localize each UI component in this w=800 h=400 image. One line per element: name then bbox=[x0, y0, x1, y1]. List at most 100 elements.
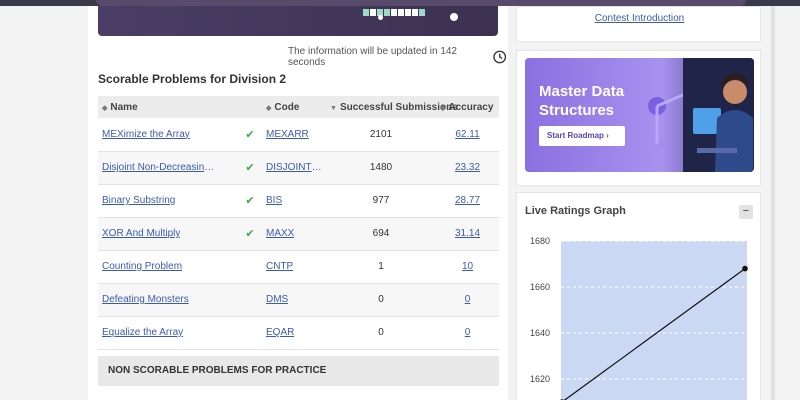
y-tick-label: 1680 bbox=[530, 236, 550, 246]
start-roadmap-button[interactable]: Start Roadmap › bbox=[539, 126, 625, 146]
solved-cell: ✔ bbox=[238, 217, 262, 251]
banner-dot bbox=[450, 13, 458, 21]
ratings-graph: 1680 1660 1640 1620 bbox=[530, 236, 748, 400]
y-tick-label: 1660 bbox=[530, 282, 550, 292]
accuracy-cell: 28.77 bbox=[436, 184, 499, 218]
header-spacer bbox=[238, 96, 262, 118]
non-scorable-header[interactable]: NON SCORABLE PROBLEMS FOR PRACTICE bbox=[98, 356, 499, 386]
sidebar: Contest Introduction Master Data Structu… bbox=[516, 6, 761, 400]
table-row: Disjoint Non-Decreasing Subsequences ✔ DIS… bbox=[98, 151, 499, 185]
problem-code-link[interactable]: BIS bbox=[266, 195, 282, 206]
problem-code-link[interactable]: EQAR bbox=[266, 327, 294, 338]
problem-code-link[interactable]: DMS bbox=[266, 294, 288, 305]
check-icon: ✔ bbox=[245, 195, 255, 207]
submissions-cell: 694 bbox=[326, 217, 436, 251]
table-body: MEXimize the Array ✔ MEXARR 2101 62.11 Disjoi… bbox=[98, 118, 499, 350]
section-title: Scorable Problems for Division 2 bbox=[98, 72, 287, 86]
accuracy-cell: 62.11 bbox=[436, 118, 499, 152]
check-icon: ✔ bbox=[245, 128, 255, 141]
rating-point bbox=[742, 265, 748, 272]
check-icon: ✔ bbox=[245, 162, 255, 174]
solved-cell bbox=[238, 316, 262, 350]
solved-cell: ✔ bbox=[238, 151, 262, 185]
submissions-cell: 0 bbox=[326, 283, 436, 317]
table-row: XOR And Multiply ✔ MAXX 694 31.14 bbox=[98, 217, 499, 251]
accuracy-cell: 0 bbox=[436, 316, 499, 350]
accuracy-cell: 0 bbox=[436, 283, 499, 317]
problem-code-cell: BIS bbox=[262, 184, 326, 218]
problem-name-cell: XOR And Multiply bbox=[98, 217, 238, 251]
table-header: ◆ Name ◆ Code ▼ Successful Submissions ◆ Acc… bbox=[98, 96, 499, 118]
update-info: The information will be updated in 142 s… bbox=[288, 46, 506, 68]
accuracy-link[interactable]: 62.11 bbox=[455, 129, 479, 140]
contest-banner bbox=[98, 6, 498, 36]
table-row: MEXimize the Array ✔ MEXARR 2101 62.11 bbox=[98, 118, 499, 152]
promo-illustration bbox=[648, 58, 754, 172]
banner-dot bbox=[378, 15, 383, 20]
problem-name-link[interactable]: Defeating Monsters bbox=[102, 294, 189, 305]
scrollbar[interactable] bbox=[771, 6, 775, 400]
y-tick-label: 1640 bbox=[530, 328, 550, 338]
solved-cell bbox=[238, 250, 262, 284]
header-code[interactable]: ◆ Code bbox=[262, 96, 326, 118]
submissions-cell: 977 bbox=[326, 184, 436, 218]
problem-name-cell: Disjoint Non-Decreasing Subsequences bbox=[98, 151, 238, 185]
accuracy-link[interactable]: 0 bbox=[465, 327, 471, 338]
problem-code-cell: DMS bbox=[262, 283, 326, 317]
problem-code-cell: DISJOINTNDS bbox=[262, 151, 326, 185]
problem-code-cell: MEXARR bbox=[262, 118, 326, 152]
accuracy-cell: 10 bbox=[436, 250, 499, 284]
header-name[interactable]: ◆ Name bbox=[98, 96, 238, 118]
problem-name-cell: MEXimize the Array bbox=[98, 118, 238, 152]
problem-name-link[interactable]: Equalize the Array bbox=[102, 327, 183, 338]
problem-code-cell: EQAR bbox=[262, 316, 326, 350]
y-tick-label: 1620 bbox=[530, 374, 550, 384]
table-row: Equalize the Array EQAR 0 0 bbox=[98, 316, 499, 350]
problem-name-cell: Counting Problem bbox=[98, 250, 238, 284]
header-accuracy[interactable]: ◆ Accuracy bbox=[436, 96, 499, 118]
accuracy-link[interactable]: 0 bbox=[465, 294, 471, 305]
table-row: Binary Substring ✔ BIS 977 28.77 bbox=[98, 184, 499, 218]
solved-cell: ✔ bbox=[238, 118, 262, 152]
submissions-cell: 2101 bbox=[326, 118, 436, 152]
problem-name-link[interactable]: MEXimize the Array bbox=[102, 129, 190, 140]
submissions-cell: 1480 bbox=[326, 151, 436, 185]
problem-name-cell: Defeating Monsters bbox=[98, 283, 238, 317]
graph-title: Live Ratings Graph bbox=[525, 205, 626, 217]
solved-cell: ✔ bbox=[238, 184, 262, 218]
problem-name-link[interactable]: Binary Substring bbox=[102, 195, 175, 206]
problems-table: ◆ Name ◆ Code ▼ Successful Submissions ◆ Acc… bbox=[98, 96, 499, 350]
accuracy-link[interactable]: 31.14 bbox=[455, 228, 480, 239]
banner-pattern bbox=[363, 9, 425, 16]
problem-name-cell: Equalize the Array bbox=[98, 316, 238, 350]
accuracy-link[interactable]: 23.32 bbox=[455, 162, 480, 173]
problem-name-link[interactable]: Disjoint Non-Decreasing Subsequences bbox=[102, 162, 218, 173]
accuracy-link[interactable]: 28.77 bbox=[455, 195, 480, 206]
submissions-cell: 0 bbox=[326, 316, 436, 350]
accuracy-cell: 31.14 bbox=[436, 217, 499, 251]
update-text: The information will be updated in 142 s… bbox=[288, 46, 457, 68]
contest-intro-link[interactable]: Contest Introduction bbox=[517, 13, 762, 24]
problem-name-link[interactable]: Counting Problem bbox=[102, 261, 182, 272]
accuracy-link[interactable]: 10 bbox=[462, 261, 473, 272]
contest-intro-card: Contest Introduction bbox=[516, 6, 761, 42]
promo-banner[interactable]: Master Data Structures Start Roadmap › bbox=[525, 58, 754, 172]
table-row: Defeating Monsters DMS 0 0 bbox=[98, 283, 499, 317]
problem-code-cell: MAXX bbox=[262, 217, 326, 251]
problem-code-link[interactable]: MEXARR bbox=[266, 129, 309, 140]
header-submissions[interactable]: ▼ Successful Submissions bbox=[326, 96, 458, 118]
problem-code-link[interactable]: MAXX bbox=[266, 228, 294, 239]
check-icon: ✔ bbox=[245, 228, 255, 240]
problem-name-cell: Binary Substring bbox=[98, 184, 238, 218]
problems-panel: The information will be updated in 142 s… bbox=[88, 6, 508, 400]
problem-code-cell: CNTP bbox=[262, 250, 326, 284]
problem-code-link[interactable]: DISJOINTNDS bbox=[266, 162, 322, 173]
accuracy-cell: 23.32 bbox=[436, 151, 499, 185]
problem-code-link[interactable]: CNTP bbox=[266, 261, 293, 272]
problem-name-link[interactable]: XOR And Multiply bbox=[102, 228, 180, 239]
table-row: Counting Problem CNTP 1 10 bbox=[98, 250, 499, 284]
collapse-graph-button[interactable]: − bbox=[739, 205, 753, 219]
plot-area bbox=[561, 241, 747, 400]
promo-card: Master Data Structures Start Roadmap › bbox=[516, 50, 761, 186]
solved-cell bbox=[238, 283, 262, 317]
